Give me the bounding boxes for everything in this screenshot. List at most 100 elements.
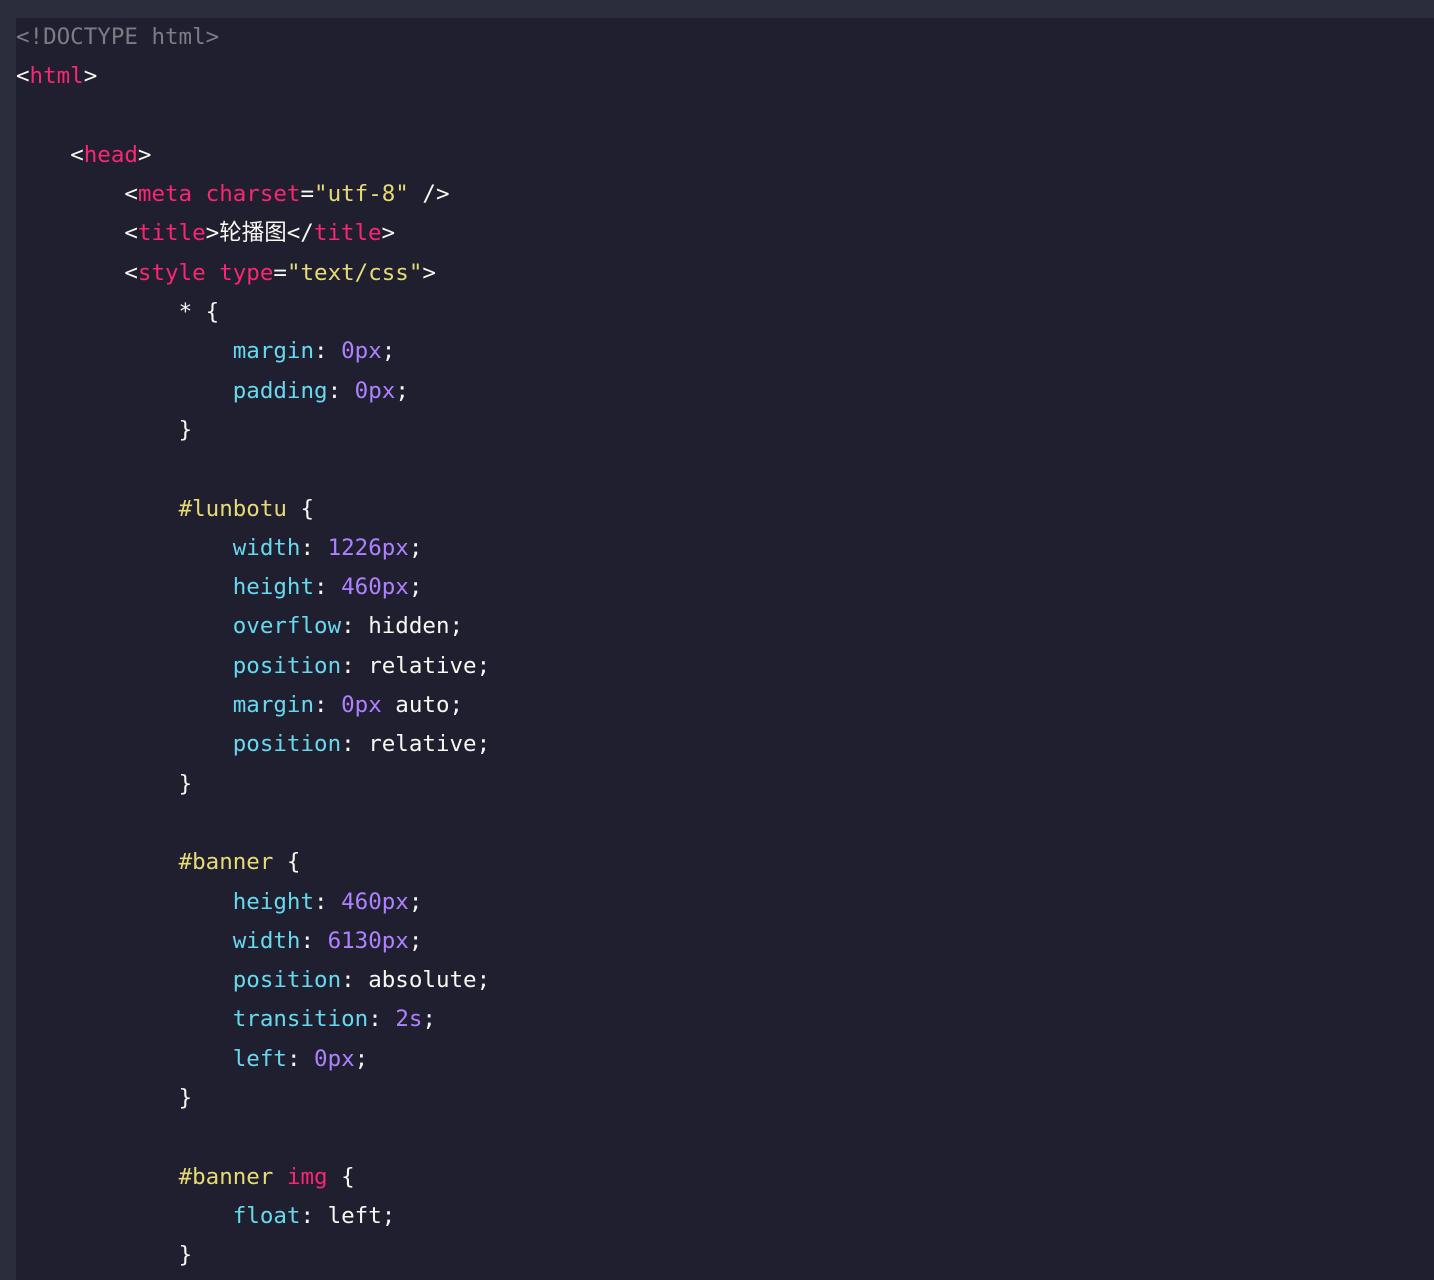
punctuation-token: ; (381, 338, 396, 365)
code-line[interactable] (16, 97, 490, 136)
code-line[interactable]: margin: 0px; (16, 332, 490, 371)
editor-top-bar (0, 0, 1434, 18)
punctuation-token: : (341, 652, 369, 679)
punctuation-token: = (300, 181, 315, 208)
punctuation-token: ; (449, 613, 464, 640)
code-line[interactable]: position: relative; (16, 725, 490, 764)
tag-name-token: title (137, 220, 206, 247)
punctuation-token: : (327, 377, 355, 404)
css-property-token: position (232, 731, 342, 758)
code-line[interactable]: overflow: hidden; (16, 607, 490, 646)
code-line[interactable]: position: absolute; (16, 961, 490, 1000)
code-line[interactable] (16, 1118, 490, 1157)
punctuation-token: ; (408, 888, 423, 915)
code-line[interactable]: position: relative; (16, 647, 490, 686)
code-line[interactable]: height: 460px; (16, 568, 490, 607)
doctype-token: <!DOCTYPE html> (16, 24, 220, 50)
punctuation-token: : (368, 1006, 396, 1033)
brace-token: { (286, 495, 315, 522)
string-token: "utf-8" (314, 181, 409, 208)
brace-token: { (327, 1163, 355, 1190)
punctuation-token: ; (449, 692, 464, 719)
brace-token: { (273, 849, 301, 876)
code-line[interactable]: * { (16, 293, 490, 332)
punctuation-token: : (314, 888, 342, 915)
code-line[interactable]: <title>轮播图</title> (16, 214, 490, 253)
css-number-token: 6130px (327, 927, 409, 954)
punctuation-token: ; (422, 1006, 436, 1033)
brace-token: } (178, 1242, 193, 1269)
code-line[interactable]: <meta charset="utf-8" /> (16, 175, 490, 214)
punctuation-token: ; (354, 1045, 369, 1072)
punctuation-token: : (300, 534, 328, 561)
code-content[interactable]: <!DOCTYPE html> <html> <head> <meta chars… (16, 18, 490, 1276)
code-line[interactable]: } (16, 765, 490, 804)
attribute-name-token: charset (205, 181, 301, 208)
css-property-token: overflow (232, 613, 342, 640)
code-line[interactable]: #banner img { (16, 1158, 490, 1197)
css-value-token: hidden (368, 613, 450, 640)
code-line[interactable]: float: left; (16, 1197, 490, 1236)
code-line[interactable]: <html> (16, 57, 490, 96)
css-value-token: relative (368, 652, 477, 679)
code-line[interactable]: transition: 2s; (16, 1000, 490, 1039)
punctuation-token: < (124, 220, 138, 247)
css-property-token: left (232, 1045, 287, 1072)
code-line[interactable]: width: 6130px; (16, 922, 490, 961)
code-line[interactable]: <head> (16, 136, 490, 175)
code-line[interactable]: left: 0px; (16, 1040, 490, 1079)
code-line[interactable]: width: 1226px; (16, 529, 490, 568)
tag-name-token: title (313, 220, 382, 247)
code-line[interactable]: } (16, 1236, 490, 1275)
css-number-token: 0px (341, 338, 382, 365)
code-line[interactable] (16, 450, 490, 489)
punctuation-token: > (83, 63, 98, 90)
tag-name-token: head (83, 141, 138, 168)
text-token: 轮播图 (219, 220, 287, 247)
code-line[interactable]: margin: 0px auto; (16, 686, 490, 725)
punctuation-token: ; (395, 377, 409, 404)
punctuation-token: : (341, 967, 369, 994)
css-number-token: 2s (395, 1006, 423, 1033)
punctuation-token: > (205, 220, 220, 247)
css-property-token: height (232, 888, 315, 915)
code-line[interactable]: height: 460px; (16, 883, 490, 922)
code-line[interactable]: <style type="text/css"> (16, 254, 490, 293)
code-line[interactable]: } (16, 1079, 490, 1118)
code-line[interactable]: <!DOCTYPE html> (16, 18, 490, 57)
code-line[interactable]: padding: 0px; (16, 372, 490, 411)
css-property-token: padding (232, 377, 328, 404)
css-property-token: float (232, 1202, 301, 1229)
punctuation-token: : (341, 731, 369, 758)
css-value-token: absolute (368, 967, 477, 994)
css-number-token: 1226px (327, 534, 409, 561)
code-line[interactable] (16, 804, 490, 843)
code-line[interactable]: } (16, 411, 490, 450)
code-editor[interactable]: <!DOCTYPE html> <html> <head> <meta chars… (16, 18, 1434, 1280)
punctuation-token: : (300, 1202, 328, 1229)
brace-token: } (178, 1085, 193, 1112)
css-value-token: auto (381, 692, 450, 719)
punctuation-token: = (273, 259, 287, 286)
css-property-token: height (232, 574, 315, 601)
code-line[interactable]: #lunbotu { (16, 490, 490, 529)
code-line[interactable]: #banner { (16, 843, 490, 882)
